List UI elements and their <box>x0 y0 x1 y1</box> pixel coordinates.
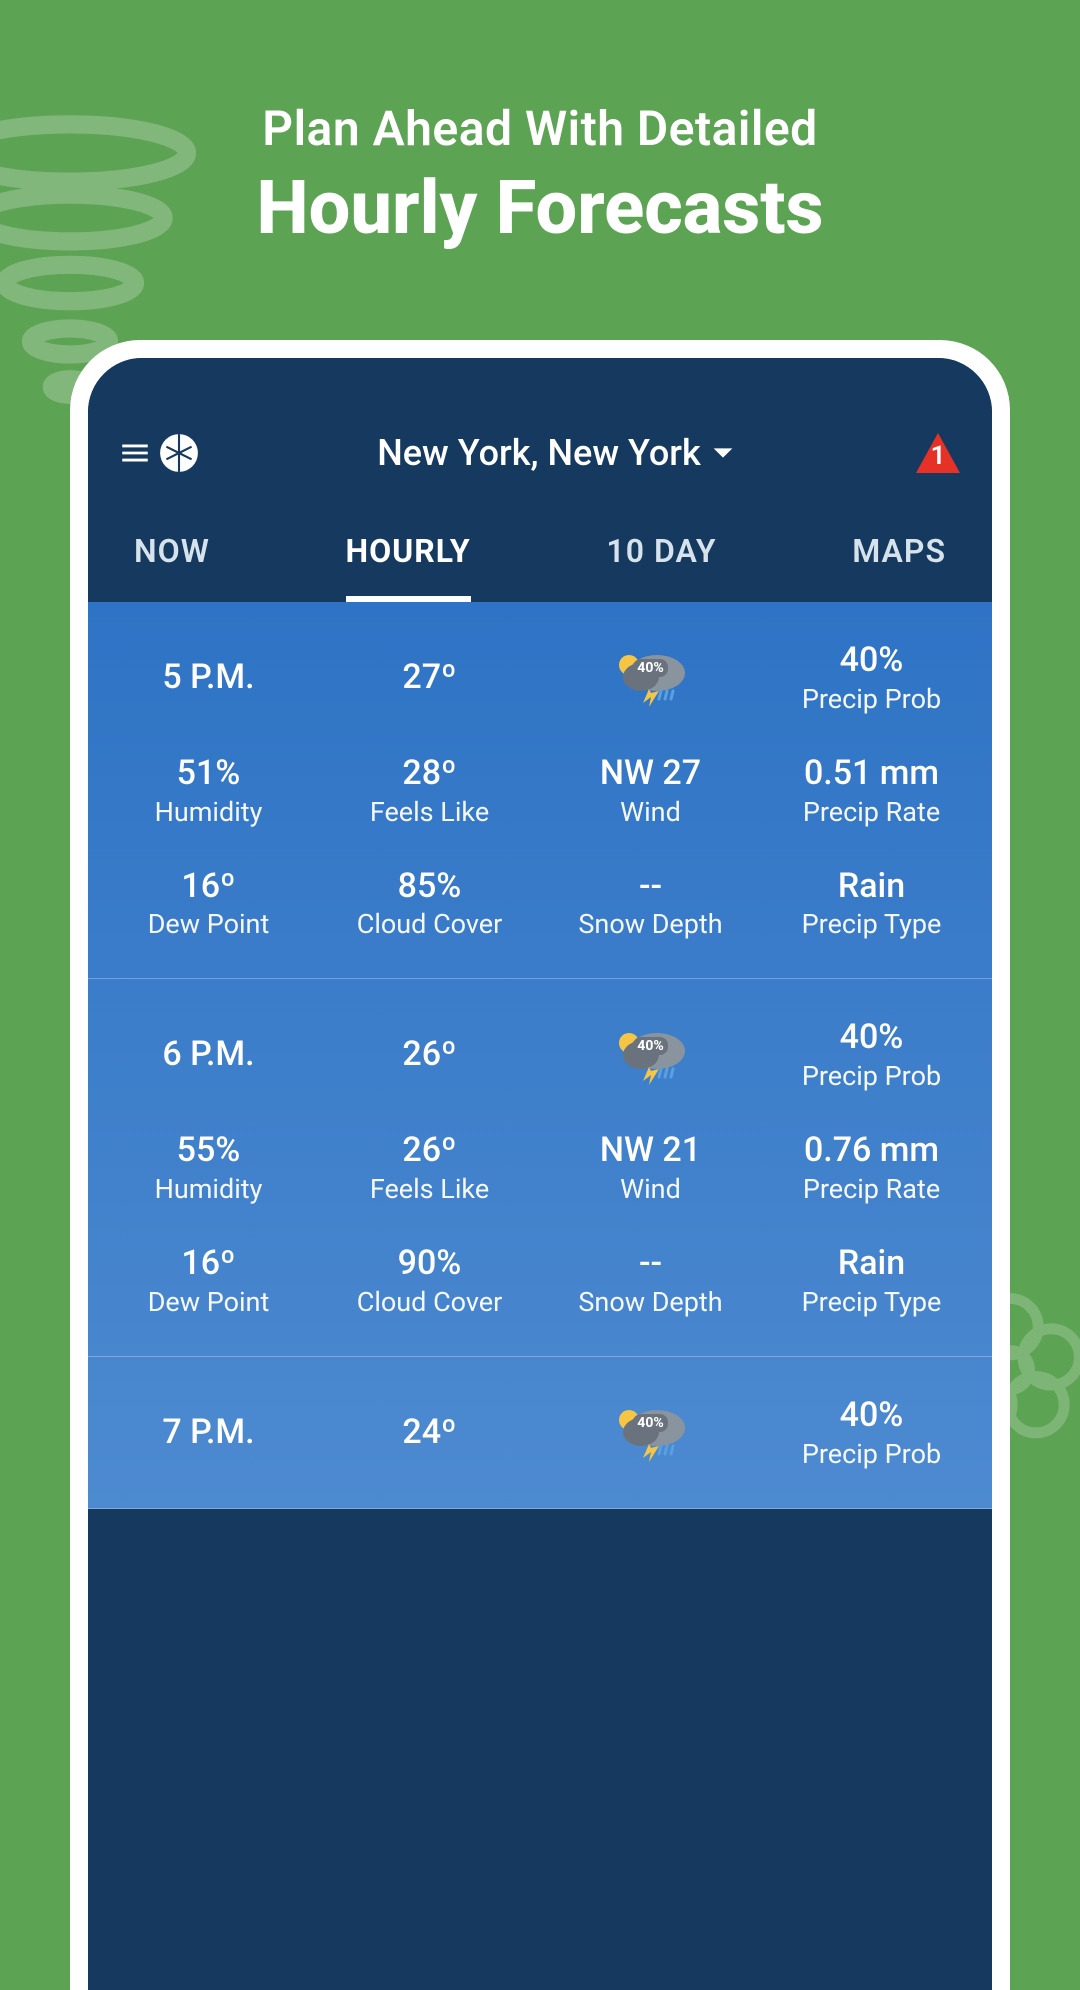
feels-like-label: Feels Like <box>319 796 540 828</box>
thunderstorm-icon: 40% <box>540 1025 761 1085</box>
snow-depth-value: -- <box>540 866 761 907</box>
icon-precip-pct: 40% <box>633 1037 667 1055</box>
tab-hourly[interactable]: HOURLY <box>346 532 471 602</box>
tab-10day[interactable]: 10 DAY <box>606 532 716 602</box>
humidity-value: 51% <box>98 753 319 794</box>
icon-precip-pct: 40% <box>633 659 667 677</box>
thunderstorm-icon: 40% <box>540 1402 761 1462</box>
dew-point-label: Dew Point <box>98 908 319 940</box>
menu-logo-group[interactable] <box>118 432 200 474</box>
dew-point-value: 16º <box>98 866 319 907</box>
menu-icon <box>118 436 152 470</box>
location-label: New York, New York <box>377 432 701 474</box>
cloud-cover-value: 90% <box>319 1243 540 1284</box>
feels-like-value: 26º <box>319 1130 540 1171</box>
precip-rate-value: 0.51 mm <box>761 753 982 794</box>
forecast-card[interactable]: 5 P.M. 27º 40% <box>88 602 992 979</box>
feels-like-value: 28º <box>319 753 540 794</box>
forecast-temp: 26º <box>319 1034 540 1075</box>
precip-prob-value: 40% <box>761 640 982 681</box>
chevron-down-icon <box>709 439 737 467</box>
precip-prob-value: 40% <box>761 1395 982 1436</box>
humidity-value: 55% <box>98 1130 319 1171</box>
icon-precip-pct: 40% <box>633 1414 667 1432</box>
snow-depth-label: Snow Depth <box>540 908 761 940</box>
forecast-time: 5 P.M. <box>98 657 319 698</box>
snow-depth-label: Snow Depth <box>540 1286 761 1318</box>
precip-prob-value: 40% <box>761 1017 982 1058</box>
dew-point-value: 16º <box>98 1243 319 1284</box>
forecast-card[interactable]: 7 P.M. 24º 40% <box>88 1357 992 1509</box>
precip-prob-label: Precip Prob <box>761 1438 982 1470</box>
humidity-label: Humidity <box>98 1173 319 1205</box>
dew-point-label: Dew Point <box>98 1286 319 1318</box>
wind-label: Wind <box>540 1173 761 1205</box>
forecast-temp: 24º <box>319 1412 540 1453</box>
wind-label: Wind <box>540 796 761 828</box>
precip-prob-label: Precip Prob <box>761 683 982 715</box>
precip-prob-label: Precip Prob <box>761 1060 982 1092</box>
phone-screen: New York, New York 1 NOW HOURLY 10 DAY M… <box>88 358 992 1990</box>
precip-type-value: Rain <box>761 866 982 907</box>
feels-like-label: Feels Like <box>319 1173 540 1205</box>
snow-depth-value: -- <box>540 1243 761 1284</box>
humidity-label: Humidity <box>98 796 319 828</box>
thunderstorm-icon: 40% <box>540 647 761 707</box>
location-selector[interactable]: New York, New York <box>377 432 737 474</box>
precip-rate-label: Precip Rate <box>761 1173 982 1205</box>
alert-badge[interactable]: 1 <box>914 431 962 475</box>
phone-frame: New York, New York 1 NOW HOURLY 10 DAY M… <box>70 340 1010 1990</box>
cloud-cover-label: Cloud Cover <box>319 908 540 940</box>
tabs: NOW HOURLY 10 DAY MAPS <box>118 532 962 602</box>
cloud-cover-label: Cloud Cover <box>319 1286 540 1318</box>
forecast-list[interactable]: 5 P.M. 27º 40% <box>88 602 992 1509</box>
forecast-time: 6 P.M. <box>98 1034 319 1075</box>
tab-now[interactable]: NOW <box>134 532 210 602</box>
tab-maps[interactable]: MAPS <box>852 532 946 602</box>
precip-type-value: Rain <box>761 1243 982 1284</box>
weatherbug-logo-icon <box>158 432 200 474</box>
cloud-cover-value: 85% <box>319 866 540 907</box>
wind-value: NW 21 <box>540 1130 761 1171</box>
app-header: New York, New York 1 NOW HOURLY 10 DAY M… <box>88 358 992 602</box>
forecast-time: 7 P.M. <box>98 1412 319 1453</box>
alert-count: 1 <box>931 441 946 471</box>
wind-value: NW 27 <box>540 753 761 794</box>
precip-rate-label: Precip Rate <box>761 796 982 828</box>
forecast-temp: 27º <box>319 657 540 698</box>
precip-rate-value: 0.76 mm <box>761 1130 982 1171</box>
precip-type-label: Precip Type <box>761 908 982 940</box>
forecast-card[interactable]: 6 P.M. 26º 40% <box>88 979 992 1356</box>
precip-type-label: Precip Type <box>761 1286 982 1318</box>
